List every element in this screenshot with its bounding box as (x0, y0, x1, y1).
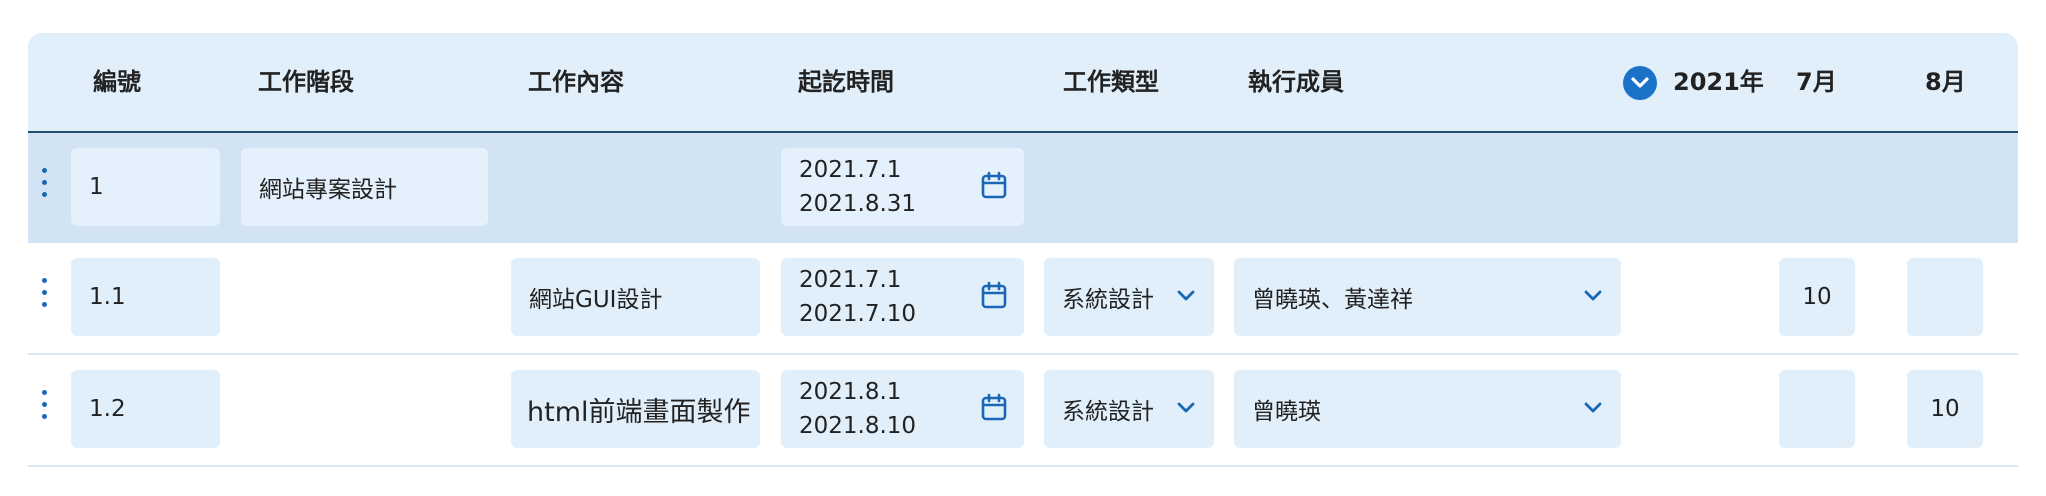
date-range-field[interactable]: 2021.7.1 2021.8.31 (781, 148, 1024, 226)
calendar-icon[interactable] (980, 171, 1008, 201)
id-field[interactable]: 1.2 (71, 370, 220, 448)
month-aug-field[interactable] (1907, 258, 1983, 336)
month-jul-field[interactable]: 10 (1779, 258, 1855, 336)
chevron-down-icon (1177, 402, 1195, 413)
chevron-down-icon (1177, 290, 1195, 301)
members-select[interactable]: 曾曉瑛 (1234, 370, 1621, 448)
content-field[interactable]: html前端畫面製作 (511, 370, 760, 448)
header-type: 工作類型 (1063, 68, 1159, 96)
calendar-icon[interactable] (980, 281, 1008, 311)
collapse-toggle-button[interactable] (1623, 66, 1657, 100)
chevron-down-icon (1584, 290, 1602, 301)
table-row: 1.2 html前端畫面製作 2021.8.1 2021.8.10 系統設計 曾… (28, 355, 2018, 467)
start-date: 2021.7.1 (799, 267, 902, 293)
header-content: 工作內容 (528, 68, 624, 96)
header-stage: 工作階段 (258, 68, 354, 96)
date-range-field[interactable]: 2021.7.1 2021.7.10 (781, 258, 1024, 336)
drag-handle-icon[interactable] (38, 278, 50, 318)
table-row: 1.1 網站GUI設計 2021.7.1 2021.7.10 系統設計 曾曉瑛、… (28, 243, 2018, 355)
end-date: 2021.8.31 (799, 191, 917, 217)
table-row: 1 網站專案設計 2021.7.1 2021.8.31 (28, 133, 2018, 243)
end-date: 2021.7.10 (799, 301, 917, 327)
start-date: 2021.8.1 (799, 379, 902, 405)
type-select[interactable]: 系統設計 (1044, 370, 1214, 448)
content-field[interactable]: 網站GUI設計 (511, 258, 760, 336)
type-value: 系統設計 (1062, 287, 1154, 313)
members-value: 曾曉瑛、黃達祥 (1252, 287, 1413, 313)
header-month-jul: 7月 (1796, 68, 1837, 96)
header-month-aug: 8月 (1925, 68, 1966, 96)
type-value: 系統設計 (1062, 399, 1154, 425)
drag-handle-icon[interactable] (38, 168, 50, 208)
month-jul-field[interactable] (1779, 370, 1855, 448)
header-id: 編號 (93, 68, 141, 96)
table-header: 編號 工作階段 工作內容 起訖時間 工作類型 執行成員 2021年 7月 8月 (28, 33, 2018, 133)
type-select[interactable]: 系統設計 (1044, 258, 1214, 336)
chevron-down-icon (1584, 402, 1602, 413)
id-field[interactable]: 1.1 (71, 258, 220, 336)
date-range-field[interactable]: 2021.8.1 2021.8.10 (781, 370, 1024, 448)
members-select[interactable]: 曾曉瑛、黃達祥 (1234, 258, 1621, 336)
end-date: 2021.8.10 (799, 413, 917, 439)
header-members: 執行成員 (1248, 68, 1344, 96)
header-year: 2021年 (1673, 68, 1764, 96)
id-field[interactable]: 1 (71, 148, 220, 226)
chevron-down-icon (1631, 77, 1649, 88)
start-date: 2021.7.1 (799, 157, 902, 183)
header-period: 起訖時間 (798, 68, 894, 96)
stage-field[interactable]: 網站專案設計 (241, 148, 488, 226)
month-aug-field[interactable]: 10 (1907, 370, 1983, 448)
members-value: 曾曉瑛 (1252, 399, 1321, 425)
calendar-icon[interactable] (980, 393, 1008, 423)
task-table: 編號 工作階段 工作內容 起訖時間 工作類型 執行成員 2021年 7月 8月 … (28, 33, 2018, 467)
drag-handle-icon[interactable] (38, 390, 50, 430)
